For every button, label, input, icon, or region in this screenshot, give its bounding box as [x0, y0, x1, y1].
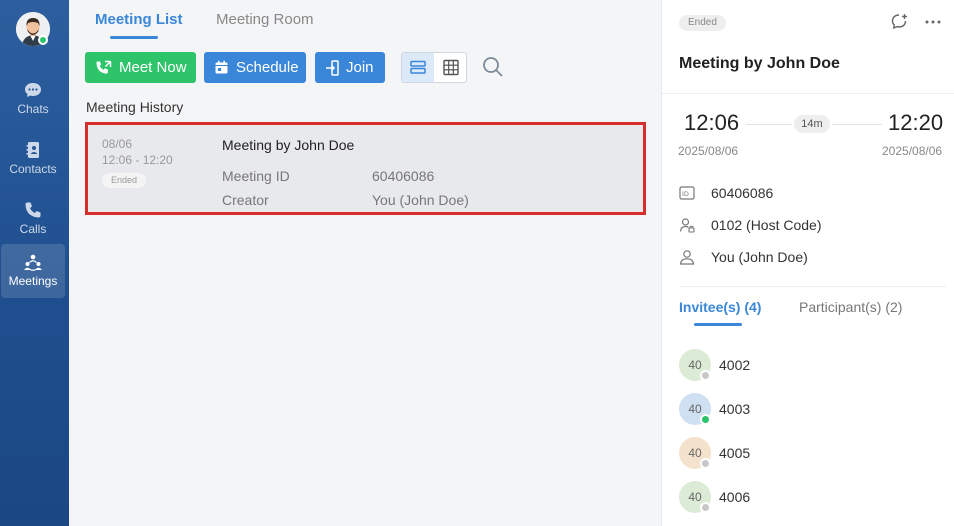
meeting-id-row: ID 60406086: [679, 183, 773, 203]
sidebar-item-label: Contacts: [9, 162, 57, 176]
add-comment-button[interactable]: [890, 12, 910, 32]
invitee-name: 4005: [719, 445, 751, 461]
sidebar-item-label: Meetings: [8, 274, 58, 288]
search-icon: [483, 57, 503, 77]
divider: [662, 93, 954, 94]
more-options-button[interactable]: [923, 12, 943, 32]
contacts-book-icon: [26, 142, 39, 158]
presence-status-dot: [700, 370, 711, 381]
online-status-dot: [38, 35, 48, 45]
detail-meeting-id: 60406086: [711, 185, 774, 201]
presence-status-dot: [700, 458, 711, 469]
list-view-icon: [410, 60, 426, 74]
list-view-button[interactable]: [402, 53, 434, 82]
meeting-history-heading: Meeting History: [86, 99, 184, 115]
tab-meeting-room[interactable]: Meeting Room: [216, 11, 314, 28]
door-enter-icon: [326, 59, 339, 76]
duration-badge: 14m: [794, 115, 830, 133]
end-date: 2025/08/06: [882, 144, 943, 158]
meeting-date: 08/06: [102, 137, 133, 151]
schedule-label: Schedule: [236, 59, 299, 76]
presence-status-dot: [700, 414, 711, 425]
creator-row: You (John Doe): [679, 247, 808, 267]
sidebar-item-chats[interactable]: Chats: [1, 72, 65, 126]
left-sidebar: Chats Contacts Calls Meetings: [0, 0, 69, 526]
detail-meeting-title: Meeting by John Doe: [679, 55, 840, 72]
svg-text:ID: ID: [682, 190, 689, 198]
tab-participants[interactable]: Participant(s) (2): [799, 299, 902, 315]
meeting-id-value: 60406086: [372, 168, 435, 184]
search-button[interactable]: [482, 56, 504, 78]
meeting-history-item[interactable]: 08/06 12:06 - 12:20 Ended Meeting by Joh…: [85, 122, 646, 215]
tab-invitees[interactable]: Invitee(s) (4): [679, 299, 761, 315]
sidebar-item-label: Chats: [17, 102, 49, 116]
calendar-icon: [215, 60, 228, 74]
join-label: Join: [346, 59, 374, 76]
end-time: 12:20: [888, 110, 944, 135]
meetings-people-icon: [24, 254, 42, 271]
start-time: 12:06: [684, 110, 740, 135]
detail-status-badge: Ended: [679, 15, 726, 31]
invitee-name: 4002: [719, 357, 751, 373]
host-code-row: 0102 (Host Code): [679, 215, 822, 235]
person-icon: [679, 250, 695, 265]
presence-status-dot: [700, 502, 711, 513]
id-card-icon: ID: [679, 186, 695, 200]
meet-now-button[interactable]: Meet Now: [85, 52, 196, 83]
sidebar-item-label: Calls: [19, 222, 47, 236]
meeting-title: Meeting by John Doe: [222, 137, 355, 153]
meet-now-label: Meet Now: [119, 59, 187, 76]
status-badge: Ended: [102, 173, 147, 188]
view-mode-toggle: [401, 52, 467, 83]
timeline-line: [832, 124, 882, 125]
timeline-line: [746, 124, 792, 125]
tab-active-indicator: [694, 323, 742, 326]
detail-creator: You (John Doe): [711, 249, 808, 265]
join-button[interactable]: Join: [315, 52, 385, 83]
invitee-name: 4003: [719, 401, 751, 417]
start-date: 2025/08/06: [678, 144, 739, 158]
creator-label: Creator: [222, 192, 269, 208]
host-key-icon: [679, 218, 695, 233]
sidebar-item-contacts[interactable]: Contacts: [1, 132, 65, 186]
grid-view-icon: [443, 59, 459, 76]
meeting-time-range: 12:06 - 12:20: [102, 153, 173, 167]
creator-value: You (John Doe): [372, 192, 469, 208]
more-horizontal-icon: [925, 20, 941, 24]
phone-icon: [25, 202, 41, 218]
schedule-button[interactable]: Schedule: [204, 52, 306, 83]
sidebar-item-meetings[interactable]: Meetings: [1, 244, 65, 298]
meeting-id-label: Meeting ID: [222, 168, 290, 184]
invitee-name: 4006: [719, 489, 751, 505]
sidebar-item-calls[interactable]: Calls: [1, 192, 65, 246]
divider: [679, 286, 946, 287]
meeting-list-pane: Meeting List Meeting Room Meet Now Sched…: [69, 0, 661, 526]
tab-meeting-list[interactable]: Meeting List: [95, 11, 183, 28]
phone-video-icon: [96, 60, 112, 74]
meeting-detail-pane: Ended Meeting by John Doe 12:06 14m 12:2…: [661, 0, 954, 526]
tab-active-indicator: [110, 36, 158, 39]
chat-bubble-icon: [25, 83, 41, 97]
chat-add-icon: [891, 14, 907, 30]
grid-view-button[interactable]: [435, 53, 467, 82]
detail-host-code: 0102 (Host Code): [711, 217, 822, 233]
